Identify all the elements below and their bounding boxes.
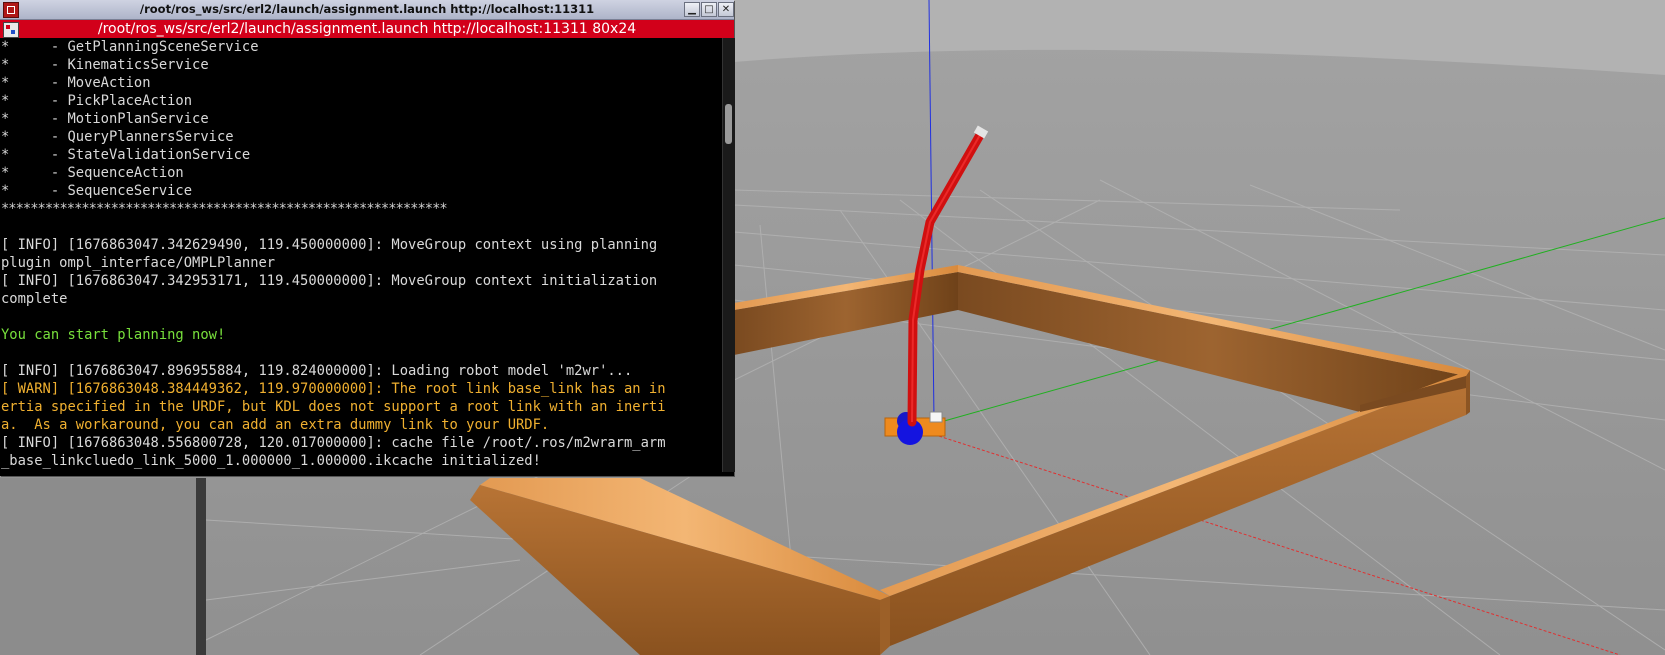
terminal-line: _base_linkcluedo_link_5000_1.000000_1.00… [1,453,541,469]
terminal-line: * - PickPlaceAction [1,93,193,109]
maximize-button[interactable]: □ [701,2,717,17]
terminal-line: * - MoveAction [1,75,151,91]
terminal-scrollbar[interactable] [722,38,735,472]
terminal-output[interactable]: * - GetPlanningSceneService * - Kinematic… [1,38,721,472]
terminal-line: * - MotionPlanService [1,111,209,127]
terminal-line: a. As a workaround, you can add an extra… [1,417,550,433]
terminal-line: [ INFO] [1676863047.896955884, 119.82400… [1,363,633,379]
tab-title: /root/ros_ws/src/erl2/launch/assignment.… [97,21,637,37]
terminal-line: * - SequenceService [1,183,193,199]
terminal-line: [ INFO] [1676863048.556800728, 120.01700… [1,435,666,451]
terminal-line: complete [1,291,68,307]
scrollbar-thumb[interactable] [725,104,732,144]
close-button[interactable]: ✕ [718,2,734,17]
terminal-line: [ INFO] [1676863047.342629490, 119.45000… [1,237,658,253]
terminal-line: * - GetPlanningSceneService [1,39,259,55]
terminal-line: You can start planning now! [1,327,226,343]
side-panel [0,478,196,655]
terminal-line: * - QueryPlannersService [1,129,234,145]
window-titlebar[interactable]: /root/ros_ws/src/erl2/launch/assignment.… [0,0,734,20]
terminal-line: * - KinematicsService [1,57,209,73]
terminal-line: * - StateValidationService [1,147,251,163]
window-title: /root/ros_ws/src/erl2/launch/assignment.… [139,2,595,16]
terminal-tab[interactable]: /root/ros_ws/src/erl2/launch/assignment.… [0,20,734,38]
terminal-window[interactable]: /root/ros_ws/src/erl2/launch/assignment.… [0,0,735,476]
terminal-line: * - SequenceAction [1,165,184,181]
terminal-line: [ WARN] [1676863048.384449362, 119.97000… [1,381,666,397]
panel-splitter[interactable] [196,478,206,655]
terminal-line: [ INFO] [1676863047.342953171, 119.45000… [1,273,658,289]
terminal-line: ****************************************… [1,201,448,217]
terminal-line: ertia specified in the URDF, but KDL doe… [1,399,666,415]
minimize-button[interactable]: ▁ [684,2,700,17]
terminal-line: plugin ompl_interface/OMPLPlanner [1,255,276,271]
